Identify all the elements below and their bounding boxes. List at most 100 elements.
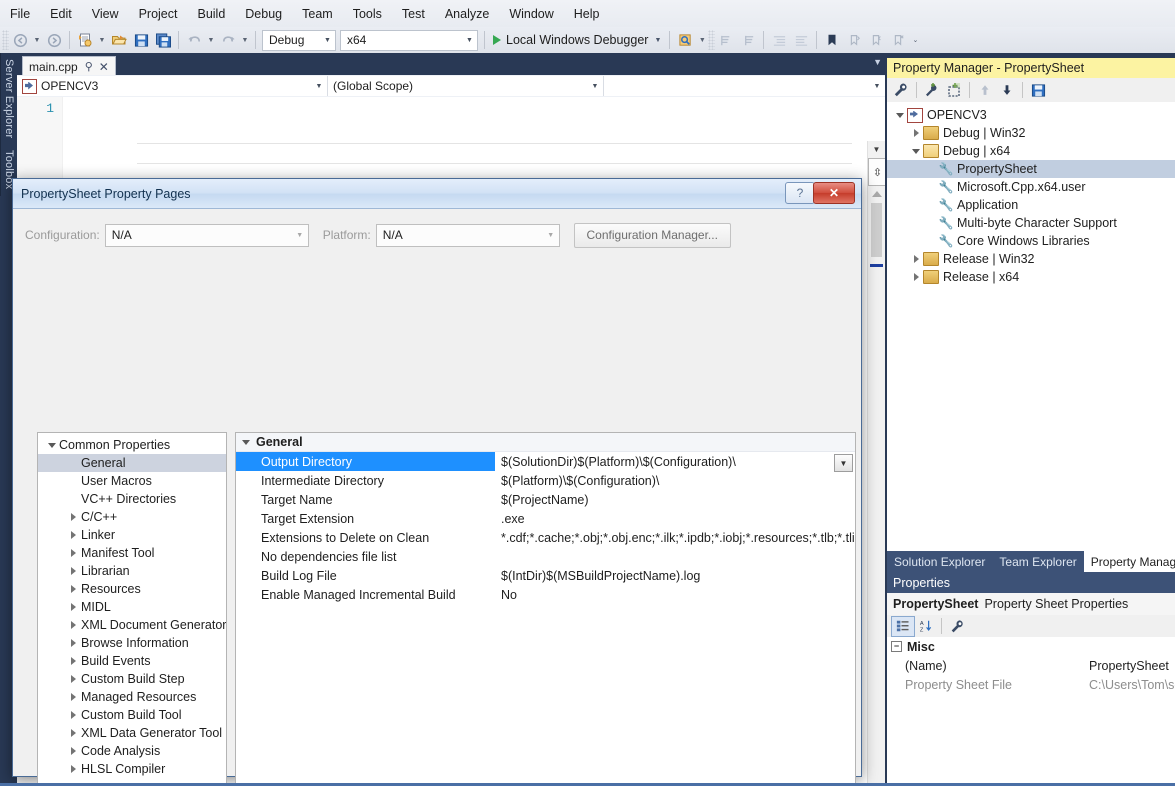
chevron-down-icon[interactable]: ▼ (869, 83, 885, 90)
chevron-right-icon[interactable] (66, 513, 81, 521)
chevron-down-icon[interactable]: ▼ (320, 37, 335, 44)
chevron-right-icon[interactable] (66, 711, 81, 719)
property-manager-tree-item[interactable]: Release | Win32 (887, 250, 1175, 268)
next-bookmark-icon[interactable] (865, 30, 887, 51)
navigate-forward-icon[interactable] (43, 30, 65, 51)
properties-row-sheet-file[interactable]: Property Sheet File C:\Users\Tom\sour (887, 675, 1175, 694)
property-pages-category-tree[interactable]: Common Properties General User Macros VC++ … (37, 432, 227, 786)
property-grid[interactable]: General Output Directory $(SolutionDir)$(… (235, 432, 856, 786)
vertical-tab-server-explorer[interactable]: Server Explorer (0, 53, 17, 145)
dock-tab-team-explorer[interactable]: Team Explorer (992, 551, 1083, 572)
menu-item-file[interactable]: File (0, 3, 40, 25)
new-project-dropdown-icon[interactable]: ▼ (96, 30, 108, 51)
scope-combo[interactable]: (Global Scope) ▼ (328, 76, 604, 96)
property-manager-tree-item[interactable]: 🔧 Microsoft.Cpp.x64.user (887, 178, 1175, 196)
category-tree-item[interactable]: VC++ Directories (38, 490, 226, 508)
chevron-down-icon[interactable]: ▼ (654, 37, 661, 44)
property-group-header[interactable]: General (236, 433, 855, 452)
menu-item-team[interactable]: Team (292, 3, 343, 25)
bookmark-icon[interactable] (821, 30, 843, 51)
category-tree-item[interactable]: Librarian (38, 562, 226, 580)
clear-bookmarks-icon[interactable] (887, 30, 909, 51)
property-grid-row[interactable]: Output Directory $(SolutionDir)$(Platform… (236, 452, 855, 472)
configuration-manager-button[interactable]: Configuration Manager... (573, 222, 731, 248)
undo-icon[interactable] (183, 30, 205, 51)
property-value-dropdown-icon[interactable]: ▼ (834, 454, 853, 472)
category-tree-item[interactable]: HLSL Compiler (38, 760, 226, 778)
scroll-up-icon[interactable] (868, 185, 885, 202)
toolbar-grip[interactable] (2, 30, 9, 50)
find-dropdown-icon[interactable]: ▼ (696, 30, 708, 51)
toolbar-overflow-icon[interactable]: ⌄ (909, 30, 921, 51)
chevron-right-icon[interactable] (909, 273, 923, 281)
category-tree-items[interactable]: Common Properties General User Macros VC++ … (38, 433, 226, 786)
save-all-icon[interactable] (152, 30, 174, 51)
categorized-icon[interactable] (891, 615, 915, 637)
add-existing-property-sheet-icon[interactable] (943, 80, 965, 100)
start-debugging-button[interactable]: Local Windows Debugger ▼ (489, 30, 665, 51)
move-down-icon[interactable] (996, 80, 1018, 100)
save-icon[interactable] (130, 30, 152, 51)
category-tree-item[interactable]: Manifest Tool (38, 544, 226, 562)
category-tree-item[interactable]: XML Document Generator (38, 616, 226, 634)
expand-icon[interactable] (236, 439, 256, 445)
property-manager-tree-item[interactable]: Release | x64 (887, 268, 1175, 286)
category-tree-item[interactable]: C/C++ (38, 508, 226, 526)
new-project-icon[interactable] (74, 30, 96, 51)
category-tree-item[interactable]: Browse Information (38, 634, 226, 652)
property-manager-tree-item[interactable]: Debug | Win32 (887, 124, 1175, 142)
namespace-combo[interactable]: OPENCV3 ▼ (17, 76, 328, 96)
category-tree-item[interactable]: XML Data Generator Tool (38, 724, 226, 742)
property-grid-row[interactable]: Target Name $(ProjectName) (236, 490, 855, 509)
property-manager-tree-item[interactable]: 🔧 Core Windows Libraries (887, 232, 1175, 250)
category-tree-item[interactable]: General (38, 454, 226, 472)
chevron-right-icon[interactable] (66, 531, 81, 539)
redo-icon[interactable] (217, 30, 239, 51)
menu-item-test[interactable]: Test (392, 3, 435, 25)
property-manager-tree-item[interactable]: 🔧 PropertySheet (887, 160, 1175, 178)
scrollbar-thumb[interactable] (871, 203, 882, 257)
scrollbar-split-arrow-icon[interactable]: ▼ (868, 141, 885, 158)
chevron-right-icon[interactable] (66, 693, 81, 701)
property-grid-row[interactable]: Extensions to Delete on Clean *.cdf;*.cac… (236, 528, 855, 547)
menu-item-debug[interactable]: Debug (235, 3, 292, 25)
toolbar-grip[interactable] (708, 30, 716, 50)
navigate-back-dropdown-icon[interactable]: ▼ (31, 30, 43, 51)
property-value[interactable]: $(Platform)\$(Configuration)\ (495, 471, 855, 490)
property-grid-row[interactable]: No dependencies file list (236, 547, 855, 566)
dock-tab-solution-explorer[interactable]: Solution Explorer (887, 551, 992, 572)
category-tree-item[interactable]: Resources (38, 580, 226, 598)
property-value[interactable] (495, 547, 855, 566)
chevron-right-icon[interactable] (66, 765, 81, 773)
property-manager-tree-item[interactable]: OPENCV3 (887, 106, 1175, 124)
menu-item-view[interactable]: View (82, 3, 129, 25)
menu-item-analyze[interactable]: Analyze (435, 3, 499, 25)
chevron-down-icon[interactable] (909, 148, 923, 154)
uncomment-icon[interactable] (737, 30, 759, 51)
property-grid-row[interactable]: Intermediate Directory $(Platform)\$(Conf… (236, 471, 855, 490)
prev-bookmark-icon[interactable] (843, 30, 865, 51)
category-tree-item[interactable]: Managed Resources (38, 688, 226, 706)
property-value[interactable]: .exe (495, 509, 855, 528)
category-tree-item[interactable]: Custom Build Step (38, 670, 226, 688)
collapse-icon[interactable]: − (891, 641, 902, 652)
pin-icon[interactable]: ⚲ (85, 60, 93, 73)
member-combo[interactable]: ▼ (604, 76, 885, 96)
chevron-right-icon[interactable] (66, 603, 81, 611)
add-new-project-property-sheet-icon[interactable] (921, 80, 943, 100)
category-tree-item[interactable]: Build Events (38, 652, 226, 670)
property-manager-tree-item[interactable]: 🔧 Multi-byte Character Support (887, 214, 1175, 232)
document-tab-main-cpp[interactable]: main.cpp ⚲ ✕ (22, 56, 116, 76)
properties-row-value[interactable]: PropertySheet (1085, 659, 1175, 673)
editor-vertical-scrollbar[interactable]: ▼ ⇳ (867, 141, 887, 786)
category-tree-item[interactable]: Linker (38, 526, 226, 544)
menu-item-edit[interactable]: Edit (40, 3, 82, 25)
chevron-down-icon[interactable] (44, 442, 59, 448)
property-value[interactable]: $(IntDir)$(MSBuildProjectName).log (495, 566, 855, 585)
category-tree-item[interactable]: Common Properties (38, 436, 226, 454)
category-tree-item[interactable]: Code Analysis (38, 742, 226, 760)
chevron-right-icon[interactable] (66, 675, 81, 683)
find-icon[interactable] (674, 30, 696, 51)
menu-item-window[interactable]: Window (499, 3, 563, 25)
redo-dropdown-icon[interactable]: ▼ (239, 30, 251, 51)
